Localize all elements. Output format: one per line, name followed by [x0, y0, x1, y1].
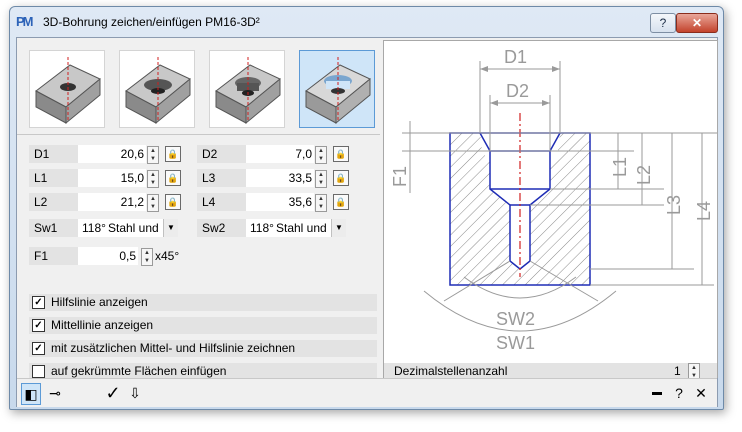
- d1-input[interactable]: 20,6: [78, 145, 146, 163]
- dim-l2-label: L2: [634, 165, 654, 185]
- d2-label: D2: [197, 145, 246, 163]
- gekruemmte-flaechen-label: auf gekrümmte Flächen einfügen: [51, 364, 227, 378]
- sw2-material: Stahl und: [276, 221, 327, 235]
- param-row-d2: D2 7,0 ▲ ▼ 🔒: [197, 145, 357, 164]
- dim-d2-label: D2: [506, 81, 529, 101]
- dim-l3-label: L3: [664, 195, 684, 215]
- l4-lock-icon[interactable]: 🔒: [333, 194, 349, 210]
- thumb-counterbore[interactable]: [209, 50, 285, 128]
- pin-icon[interactable]: ⊸: [45, 383, 65, 403]
- sw2-select[interactable]: 118° Stahl und ▼: [246, 219, 346, 237]
- l1-lock-icon[interactable]: 🔒: [165, 170, 181, 186]
- l2-input[interactable]: 21,2: [78, 193, 146, 211]
- client-area: D1 20,6 ▲▼ 🔒 D2 7,0 ▲▼ 🔒 L1 15,0 ▲▼ 🔒: [16, 37, 718, 407]
- l4-label: L4: [197, 193, 246, 211]
- option-hilfslinie[interactable]: ✓ Hilfslinie anzeigen: [29, 294, 377, 311]
- dim-sw2-label: SW2: [496, 309, 535, 329]
- zusaetzliche-linien-checkbox[interactable]: ✓: [32, 342, 45, 355]
- l4-spinner[interactable]: ▲ ▼: [315, 194, 327, 212]
- dialog-window: PM 3D-Bohrung zeichen/einfügen PM16-3D² …: [9, 6, 724, 410]
- close-button[interactable]: ✕: [676, 13, 718, 33]
- param-row-sw2: Sw2 118° Stahl und ▼: [197, 219, 357, 237]
- l3-lock-icon[interactable]: 🔒: [333, 170, 349, 186]
- title-bar[interactable]: PM 3D-Bohrung zeichen/einfügen PM16-3D² …: [10, 7, 723, 37]
- counterbore-countersink-icon: [305, 57, 371, 125]
- dim-sw1-label: SW1: [496, 333, 535, 353]
- decimal-places-input[interactable]: 1: [674, 364, 681, 378]
- param-row-sw1: Sw1 118° Stahl und ▼: [29, 219, 189, 237]
- l2-spinner[interactable]: ▲ ▼: [147, 194, 159, 212]
- preview-drawing-pane: D1 D2 F1 L1 L2 L3 L4 SW2 SW1 Dezimalstel…: [383, 40, 718, 381]
- thumb-simple-bore[interactable]: [29, 50, 105, 128]
- l3-label: L3: [197, 169, 246, 187]
- d1-label: D1: [29, 145, 78, 163]
- bottom-toolbar: ◧ ⊸ ✓ ⇩ ▬ ? ✕: [17, 378, 717, 407]
- minimize-icon[interactable]: ▬: [649, 383, 665, 403]
- app-logo: PM: [16, 14, 34, 29]
- dim-l1-label: L1: [610, 157, 630, 177]
- sw1-angle: 118°: [82, 221, 106, 235]
- d2-input[interactable]: 7,0: [246, 145, 314, 163]
- dim-l4-label: L4: [694, 201, 714, 221]
- parameter-pane: D1 20,6 ▲▼ 🔒 D2 7,0 ▲▼ 🔒 L1 15,0 ▲▼ 🔒: [17, 38, 380, 380]
- thumb-countersink-bore[interactable]: [119, 50, 195, 128]
- insert-icon[interactable]: ⇩: [125, 383, 145, 403]
- ok-check-icon[interactable]: ✓: [103, 383, 123, 403]
- f1-input[interactable]: 0,5: [78, 247, 138, 265]
- f1-label: F1: [29, 247, 78, 265]
- sw2-angle: 118°: [250, 221, 274, 235]
- thumb-counterbore-countersink[interactable]: [299, 50, 375, 128]
- l2-lock-icon[interactable]: 🔒: [165, 194, 181, 210]
- mittellinie-checkbox[interactable]: ✓: [32, 319, 45, 332]
- status-help-icon[interactable]: ?: [671, 383, 687, 403]
- mittellinie-label: Mittellinie anzeigen: [51, 318, 154, 332]
- l2-label: L2: [29, 193, 78, 211]
- d1-lock-icon[interactable]: 🔒: [165, 146, 181, 162]
- decimal-places-label: Dezimalstellenanzahl: [394, 364, 508, 378]
- hilfslinie-checkbox[interactable]: ✓: [32, 296, 45, 309]
- sw1-material: Stahl und: [108, 221, 159, 235]
- sw2-label: Sw2: [197, 219, 246, 237]
- d1-spinner[interactable]: ▲ ▼: [147, 146, 159, 164]
- decimal-places-row: Dezimalstellenanzahl 1 ▲ ▼: [384, 363, 717, 381]
- f1-unit: x45°: [155, 249, 180, 263]
- dim-f1-label: F1: [390, 166, 410, 187]
- sw1-select[interactable]: 118° Stahl und ▼: [78, 219, 178, 237]
- sw1-label: Sw1: [29, 219, 78, 237]
- l3-spinner[interactable]: ▲ ▼: [315, 170, 327, 188]
- l4-input[interactable]: 35,6: [246, 193, 314, 211]
- f1-spinner[interactable]: ▲ ▼: [141, 248, 153, 266]
- option-zusaetzliche-linien[interactable]: ✓ mit zusätzlichen Mittel- und Hilfslini…: [29, 340, 377, 357]
- parameter-grid: D1 20,6 ▲▼ 🔒 D2 7,0 ▲▼ 🔒 L1 15,0 ▲▼ 🔒: [17, 134, 380, 287]
- param-row-d1: D1 20,6 ▲ ▼ 🔒: [29, 145, 189, 164]
- param-row-f1: F1 0,5 ▲ ▼ x45°: [29, 247, 209, 266]
- option-mittellinie[interactable]: ✓ Mittellinie anzeigen: [29, 317, 377, 334]
- l1-spinner[interactable]: ▲ ▼: [147, 170, 159, 188]
- param-row-l3: L3 33,5 ▲ ▼ 🔒: [197, 169, 357, 188]
- gekruemmte-flaechen-checkbox[interactable]: [32, 365, 45, 378]
- counterbore-icon: [215, 57, 281, 125]
- window-title: 3D-Bohrung zeichen/einfügen PM16-3D²: [43, 15, 260, 29]
- d2-lock-icon[interactable]: 🔒: [333, 146, 349, 162]
- l3-input[interactable]: 33,5: [246, 169, 314, 187]
- d2-spinner[interactable]: ▲ ▼: [315, 146, 327, 164]
- param-row-l1: L1 15,0 ▲ ▼ 🔒: [29, 169, 189, 188]
- bore-section-drawing: D1 D2 F1 L1 L2 L3 L4 SW2 SW1: [390, 47, 717, 353]
- sw2-dropdown-icon[interactable]: ▼: [331, 219, 346, 237]
- countersink-bore-icon: [125, 57, 191, 125]
- l1-label: L1: [29, 169, 78, 187]
- dim-d1-label: D1: [504, 47, 527, 67]
- help-button[interactable]: ?: [650, 13, 676, 33]
- simple-bore-icon: [35, 57, 101, 125]
- param-row-l2: L2 21,2 ▲ ▼ 🔒: [29, 193, 189, 212]
- zusaetzliche-linien-label: mit zusätzlichen Mittel- und Hilfslinie …: [51, 341, 296, 355]
- status-close-icon[interactable]: ✕: [693, 383, 709, 403]
- sw1-dropdown-icon[interactable]: ▼: [163, 219, 178, 237]
- hilfslinie-label: Hilfslinie anzeigen: [51, 295, 148, 309]
- panel-toggle-icon[interactable]: ◧: [21, 383, 41, 405]
- l1-input[interactable]: 15,0: [78, 169, 146, 187]
- param-row-l4: L4 35,6 ▲ ▼ 🔒: [197, 193, 357, 212]
